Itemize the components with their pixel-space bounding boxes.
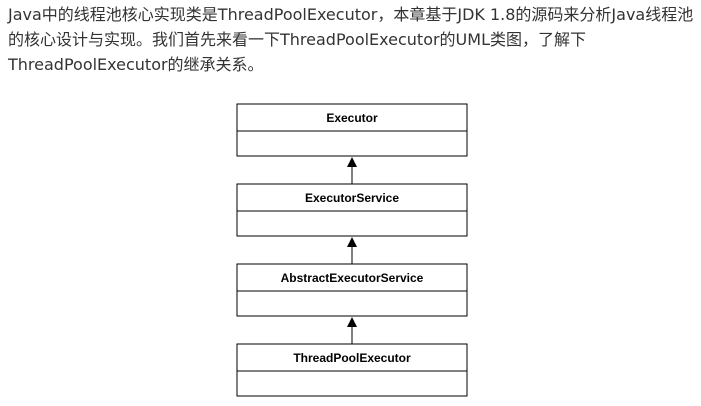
class-name-thread-pool-executor: ThreadPoolExecutor (293, 351, 411, 365)
class-box-executor-service: ExecutorService (236, 183, 468, 237)
class-box-abstract-executor-service: AbstractExecutorService (236, 263, 468, 317)
class-name-abstract-executor-service: AbstractExecutorService (281, 271, 424, 285)
class-name-executor-service: ExecutorService (305, 191, 399, 205)
class-box-executor: Executor (236, 103, 468, 157)
class-name-executor: Executor (326, 111, 378, 125)
class-box-thread-pool-executor: ThreadPoolExecutor (236, 343, 468, 397)
inheritance-arrow-thread-pool-to-abstract (347, 317, 357, 344)
inheritance-arrow-executor-service-to-executor (347, 157, 357, 184)
inheritance-arrow-abstract-to-executor-service (347, 237, 357, 264)
uml-class-diagram: Executor ExecutorService AbstractExecuto… (236, 103, 468, 397)
